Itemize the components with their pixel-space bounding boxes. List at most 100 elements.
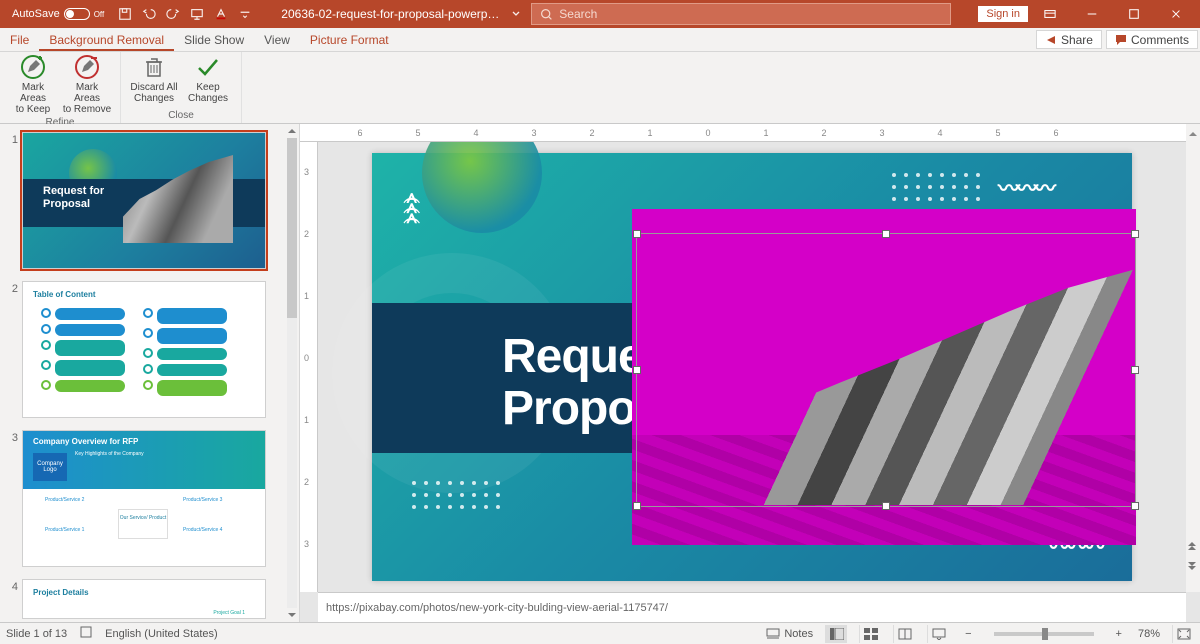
- ribbon-group-label-close: Close: [168, 108, 194, 123]
- check-icon: [195, 54, 221, 80]
- ribbon: Mark Areas to Keep Mark Areas to Remove …: [0, 52, 1200, 124]
- keep-l2: Changes: [188, 93, 228, 104]
- thumb3-sv4: Product/Service 4: [183, 527, 222, 533]
- discard-l2: Changes: [134, 93, 174, 104]
- handle-n[interactable]: [882, 230, 890, 238]
- decor-zigzag-top: 〰〰〰: [998, 171, 1052, 203]
- autosave-toggle[interactable]: AutoSave Off: [6, 7, 110, 21]
- next-slide-icon[interactable]: [1186, 558, 1198, 570]
- handle-ne[interactable]: [1131, 230, 1139, 238]
- notes-label: Notes: [784, 628, 813, 640]
- status-bar: Slide 1 of 13 English (United States) No…: [0, 622, 1200, 644]
- thumbnail-slide-4[interactable]: Project Details Project Goal 1: [22, 579, 266, 619]
- notes-icon: [766, 628, 780, 640]
- marquee[interactable]: [636, 233, 1136, 507]
- zoom-level[interactable]: 78%: [1138, 628, 1160, 640]
- close-icon[interactable]: [1156, 0, 1196, 28]
- handle-w[interactable]: [633, 366, 641, 374]
- tab-background-removal[interactable]: Background Removal: [39, 28, 174, 51]
- mark-keep-l1: Mark Areas: [8, 82, 58, 104]
- comments-icon: [1115, 34, 1127, 46]
- language-status[interactable]: English (United States): [105, 628, 218, 640]
- thumbnail-slide-1[interactable]: Request forProposal: [22, 132, 266, 269]
- decor-zigzag-left: ⦓⦓⦓: [402, 193, 423, 223]
- handle-e[interactable]: [1131, 366, 1139, 374]
- comments-button[interactable]: Comments: [1106, 30, 1198, 49]
- thumb-number-4: 4: [8, 579, 22, 593]
- mark-areas-remove-button[interactable]: Mark Areas to Remove: [62, 54, 112, 115]
- editor-scrollbar[interactable]: [1186, 124, 1200, 592]
- thumb4-item: Project Goal 1: [213, 610, 245, 616]
- doc-dropdown-icon[interactable]: [511, 5, 521, 23]
- thumb3-logo: Company Logo: [33, 453, 67, 481]
- notes-toggle[interactable]: Notes: [766, 628, 813, 640]
- handle-s[interactable]: [882, 502, 890, 510]
- collapse-ribbon-icon[interactable]: [1188, 126, 1198, 136]
- vertical-ruler[interactable]: 3210123: [300, 142, 318, 592]
- search-icon: [540, 8, 553, 21]
- tab-view[interactable]: View: [254, 28, 300, 51]
- zoom-slider[interactable]: [994, 632, 1094, 636]
- thumb3-sv3: Product/Service 3: [183, 497, 222, 503]
- thumb1-title-l2: Proposal: [43, 198, 90, 210]
- thumbnail-slide-3[interactable]: Company Overview for RFP Company Logo Ke…: [22, 430, 266, 567]
- thumb1-title-l1: Request for: [43, 185, 104, 197]
- ribbon-display-icon[interactable]: [1030, 0, 1070, 28]
- thumb3-title: Company Overview for RFP: [33, 437, 138, 446]
- notes-text: https://pixabay.com/photos/new-york-city…: [326, 602, 668, 614]
- reading-view-icon[interactable]: [893, 625, 915, 643]
- share-label: Share: [1061, 33, 1093, 47]
- thumb3-sv2: Product/Service 2: [45, 497, 84, 503]
- thumbnail-scrollbar[interactable]: [285, 124, 299, 622]
- tab-slide-show[interactable]: Slide Show: [174, 28, 254, 51]
- minimize-icon[interactable]: [1072, 0, 1112, 28]
- thumb-number-1: 1: [8, 132, 22, 146]
- sign-in-button[interactable]: Sign in: [978, 6, 1028, 22]
- thumb-number-3: 3: [8, 430, 22, 444]
- scroll-up-icon[interactable]: [285, 124, 299, 138]
- mark-remove-l1: Mark Areas: [62, 82, 112, 104]
- prev-slide-icon[interactable]: [1186, 540, 1198, 552]
- fit-window-icon[interactable]: [1172, 625, 1194, 643]
- share-button[interactable]: Share: [1036, 30, 1102, 49]
- tab-file[interactable]: File: [0, 28, 39, 51]
- slideshow-view-icon[interactable]: [927, 625, 949, 643]
- keep-changes-button[interactable]: Keep Changes: [183, 54, 233, 104]
- accessibility-icon[interactable]: [79, 625, 93, 642]
- qat-overflow-icon[interactable]: [236, 5, 254, 23]
- sorter-view-icon[interactable]: [859, 625, 881, 643]
- ribbon-group-close: Discard All Changes Keep Changes Close: [121, 52, 242, 123]
- save-icon[interactable]: [116, 5, 134, 23]
- maximize-icon[interactable]: [1114, 0, 1154, 28]
- font-color-icon[interactable]: [212, 5, 230, 23]
- zoom-out-button[interactable]: −: [961, 628, 975, 640]
- scrollbar-thumb[interactable]: [287, 138, 297, 318]
- scroll-down-icon[interactable]: [285, 608, 299, 622]
- zoom-in-button[interactable]: +: [1112, 628, 1126, 640]
- horizontal-ruler[interactable]: 6543210123456: [300, 124, 1186, 142]
- handle-nw[interactable]: [633, 230, 641, 238]
- search-input[interactable]: Search: [531, 3, 951, 25]
- slide-count[interactable]: Slide 1 of 13: [6, 628, 67, 640]
- slide-editor: 6543210123456 3210123 ⦓⦓⦓ 〰〰〰 Request fo…: [300, 124, 1200, 622]
- comments-label: Comments: [1131, 33, 1189, 47]
- mark-areas-keep-button[interactable]: Mark Areas to Keep: [8, 54, 58, 115]
- handle-se[interactable]: [1131, 502, 1139, 510]
- slide-canvas[interactable]: ⦓⦓⦓ 〰〰〰 Request for Proposal 〰〰〰: [372, 153, 1132, 581]
- normal-view-icon[interactable]: [825, 625, 847, 643]
- redo-icon[interactable]: [164, 5, 182, 23]
- discard-changes-button[interactable]: Discard All Changes: [129, 54, 179, 104]
- notes-pane[interactable]: https://pixabay.com/photos/new-york-city…: [318, 592, 1186, 622]
- tab-picture-format[interactable]: Picture Format: [300, 28, 399, 51]
- thumbnail-slide-2[interactable]: Table of Content: [22, 281, 266, 418]
- background-removal-selection[interactable]: [632, 209, 1136, 545]
- autosave-switch-icon: [64, 8, 90, 20]
- handle-sw[interactable]: [633, 502, 641, 510]
- thumb3-subtitle: Key Highlights of the Company: [75, 451, 144, 457]
- thumb3-service-center: Our Service/ Product: [118, 509, 168, 539]
- undo-icon[interactable]: [140, 5, 158, 23]
- keep-l1: Keep: [196, 82, 219, 93]
- zoom-knob[interactable]: [1042, 628, 1048, 640]
- decor-blob: [422, 142, 542, 233]
- present-icon[interactable]: [188, 5, 206, 23]
